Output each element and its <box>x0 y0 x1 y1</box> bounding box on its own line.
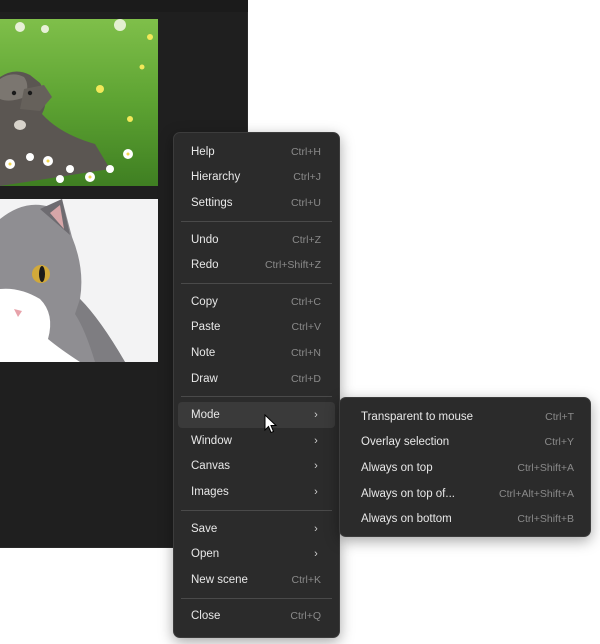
menu-item-shortcut: Ctrl+Shift+Z <box>264 259 321 272</box>
chevron-right-icon: › <box>314 434 318 447</box>
menu-item-label: Close <box>191 610 221 623</box>
menu-item-hierarchy[interactable]: Hierarchy Ctrl+J <box>178 165 335 191</box>
menu-separator <box>181 282 332 284</box>
menu-item-label: Help <box>191 145 215 158</box>
menu-item-label: Paste <box>191 321 221 334</box>
submenu-item-shortcut: Ctrl+Shift+A <box>517 461 574 474</box>
menu-item-label: Canvas <box>191 460 230 473</box>
kitten-in-grass-picture <box>0 19 158 186</box>
chevron-right-icon: › <box>314 548 318 561</box>
menu-item-save[interactable]: Save › <box>178 516 335 542</box>
menu-item-settings[interactable]: Settings Ctrl+U <box>178 190 335 216</box>
submenu-item-shortcut: Ctrl+Y <box>544 436 574 449</box>
menu-item-paste[interactable]: Paste Ctrl+V <box>178 315 335 341</box>
menu-item-label: Note <box>191 346 216 359</box>
menu-separator <box>181 597 332 599</box>
submenu-item-always-on-bottom[interactable]: Always on bottom Ctrl+Shift+B <box>344 506 586 532</box>
menu-item-shortcut: Ctrl+V <box>291 321 321 334</box>
menu-item-redo[interactable]: Redo Ctrl+Shift+Z <box>178 252 335 278</box>
menu-item-shortcut: Ctrl+Q <box>290 610 321 623</box>
menu-item-label: Copy <box>191 295 218 308</box>
submenu-item-shortcut: Ctrl+Alt+Shift+A <box>499 487 574 500</box>
menu-item-label: Hierarchy <box>191 171 241 184</box>
canvas-top-bar <box>0 0 248 12</box>
submenu-item-label: Transparent to mouse <box>361 410 474 423</box>
menu-item-shortcut: Ctrl+D <box>290 372 321 385</box>
menu-item-label: New scene <box>191 573 248 586</box>
menu-item-undo[interactable]: Undo Ctrl+Z <box>178 227 335 253</box>
submenu-item-label: Always on top <box>361 461 433 474</box>
submenu-item-overlay-selection[interactable]: Overlay selection Ctrl+Y <box>344 430 586 456</box>
menu-item-open[interactable]: Open › <box>178 541 335 567</box>
chevron-right-icon: › <box>314 522 318 535</box>
gray-white-cat-picture <box>0 199 158 362</box>
menu-item-label: Draw <box>191 372 218 385</box>
chevron-right-icon: › <box>314 409 318 422</box>
submenu-item-label: Overlay selection <box>361 436 450 449</box>
menu-item-label: Images <box>191 485 229 498</box>
context-menu: Help Ctrl+H Hierarchy Ctrl+J Settings Ct… <box>173 132 340 638</box>
menu-item-shortcut: Ctrl+K <box>291 573 321 586</box>
menu-item-help[interactable]: Help Ctrl+H <box>178 139 335 165</box>
kitten-in-grass-image[interactable] <box>0 19 158 186</box>
menu-item-label: Mode <box>191 409 220 422</box>
submenu-item-label: Always on bottom <box>361 513 452 526</box>
menu-item-mode[interactable]: Mode › <box>178 402 335 428</box>
menu-item-label: Window <box>191 434 232 447</box>
submenu-item-shortcut: Ctrl+T <box>545 410 574 423</box>
menu-item-images[interactable]: Images › <box>178 479 335 505</box>
menu-item-label: Settings <box>191 196 233 209</box>
menu-separator <box>181 220 332 222</box>
menu-item-label: Save <box>191 522 218 535</box>
menu-item-shortcut: Ctrl+C <box>290 295 321 308</box>
mouse-cursor-icon <box>264 414 278 434</box>
submenu-item-always-on-top[interactable]: Always on top Ctrl+Shift+A <box>344 455 586 481</box>
chevron-right-icon: › <box>314 460 318 473</box>
menu-item-close[interactable]: Close Ctrl+Q <box>178 604 335 630</box>
menu-item-label: Redo <box>191 259 219 272</box>
submenu-item-transparent-to-mouse[interactable]: Transparent to mouse Ctrl+T <box>344 404 586 430</box>
menu-item-shortcut: Ctrl+N <box>290 346 321 359</box>
menu-item-draw[interactable]: Draw Ctrl+D <box>178 366 335 392</box>
menu-item-label: Open <box>191 548 220 561</box>
menu-item-window[interactable]: Window › <box>178 428 335 454</box>
chevron-right-icon: › <box>314 485 318 498</box>
menu-separator <box>181 509 332 511</box>
menu-item-label: Undo <box>191 233 219 246</box>
mode-submenu: Transparent to mouse Ctrl+T Overlay sele… <box>339 397 591 537</box>
menu-item-shortcut: Ctrl+U <box>290 196 321 209</box>
menu-item-shortcut: Ctrl+J <box>293 171 321 184</box>
gray-white-cat-image[interactable] <box>0 199 158 362</box>
menu-separator <box>181 396 332 398</box>
menu-item-note[interactable]: Note Ctrl+N <box>178 340 335 366</box>
submenu-item-label: Always on top of... <box>361 487 455 500</box>
submenu-item-always-on-top-of[interactable]: Always on top of... Ctrl+Alt+Shift+A <box>344 481 586 507</box>
menu-item-shortcut: Ctrl+H <box>290 145 321 158</box>
submenu-item-shortcut: Ctrl+Shift+B <box>517 513 574 526</box>
menu-item-shortcut: Ctrl+Z <box>292 233 321 246</box>
menu-item-new-scene[interactable]: New scene Ctrl+K <box>178 567 335 593</box>
menu-item-canvas[interactable]: Canvas › <box>178 454 335 480</box>
menu-item-copy[interactable]: Copy Ctrl+C <box>178 289 335 315</box>
